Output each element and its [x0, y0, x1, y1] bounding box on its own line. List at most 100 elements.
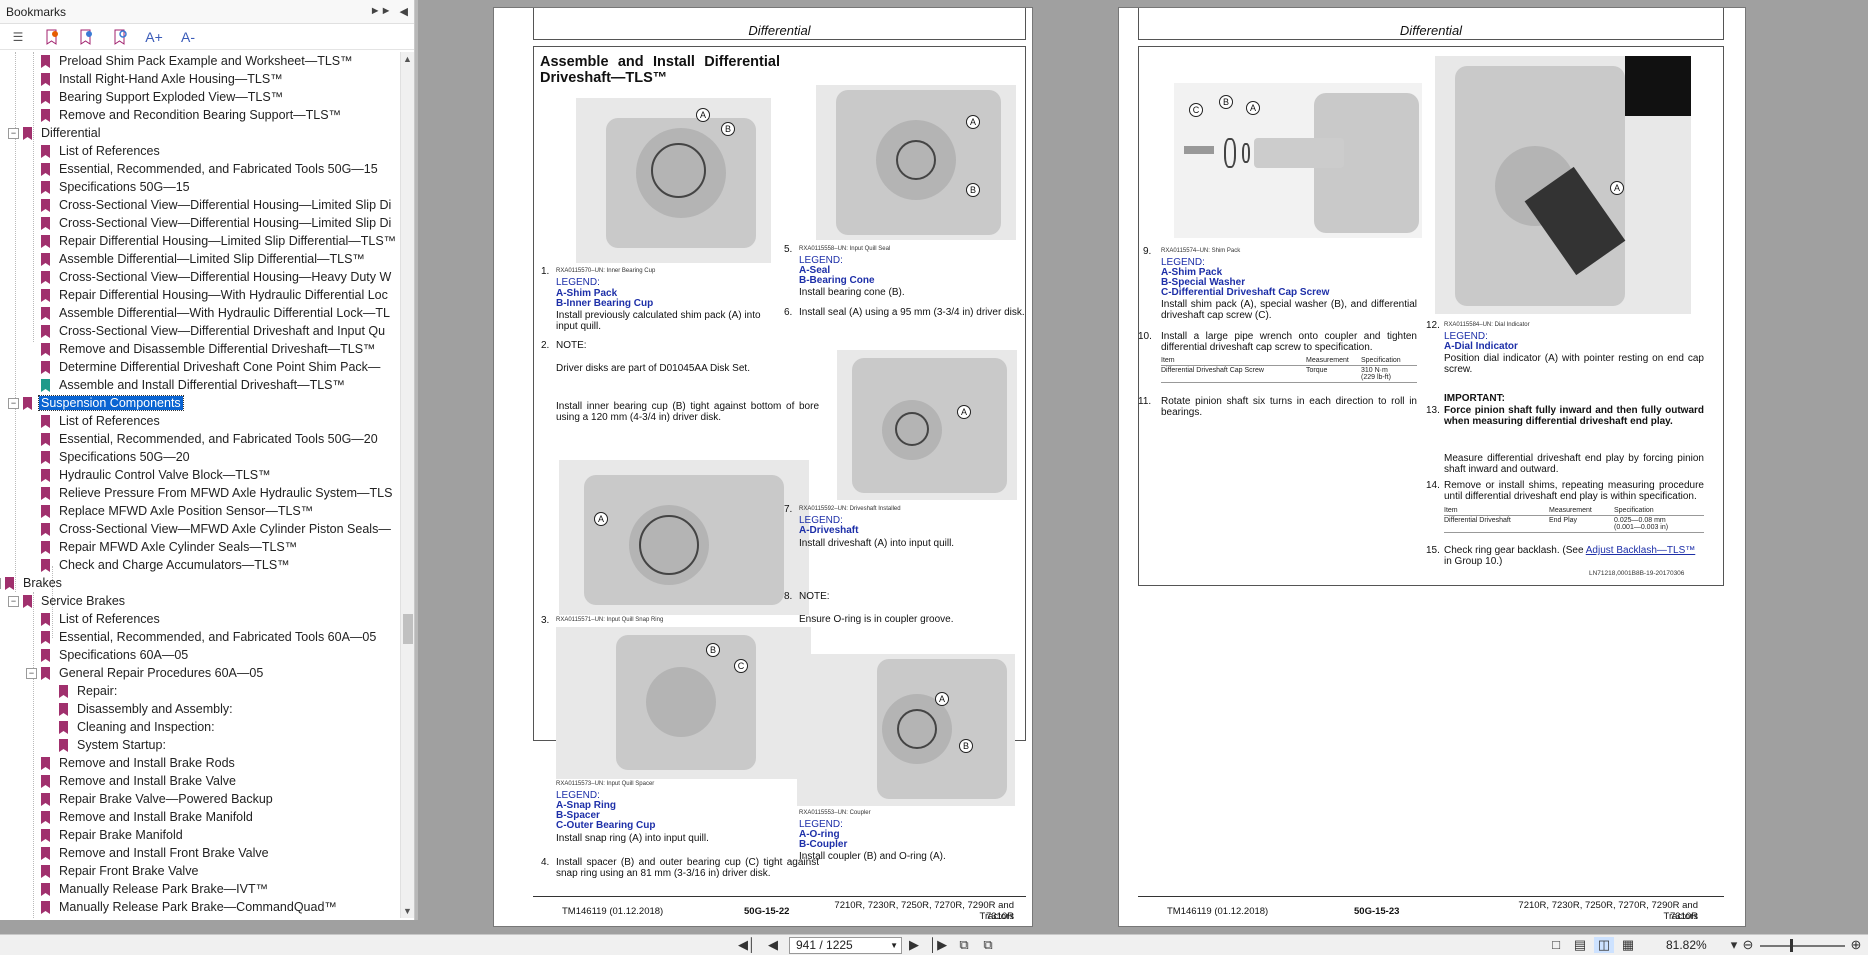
bookmark-item[interactable]: Essential, Recommended, and Fabricated T…	[40, 628, 378, 646]
bookmark-icon	[41, 774, 50, 788]
first-page-icon[interactable]: ◀│	[737, 937, 757, 953]
bookmark-item[interactable]: Essential, Recommended, and Fabricated T…	[40, 430, 380, 448]
bookmark-item[interactable]: Assemble Differential—Limited Slip Diffe…	[40, 250, 367, 268]
bookmark-item[interactable]: Cross-Sectional View—MFWD Axle Cylinder …	[40, 520, 393, 538]
bookmark-item[interactable]: Assemble and Install Differential Drives…	[40, 376, 347, 394]
bookmark-label: Remove and Install Front Brake Valve	[59, 846, 269, 860]
document-id: LN71218,0001B8B-19-20170306	[1589, 570, 1685, 577]
bookmark-item[interactable]: Repair Brake Valve—Powered Backup	[40, 790, 275, 808]
bookmark-item[interactable]: Hydraulic Control Valve Block—TLS™	[40, 466, 273, 484]
bookmark-item[interactable]: Cross-Sectional View—Differential Drives…	[40, 322, 387, 340]
previous-page-icon[interactable]: ◀	[763, 937, 783, 953]
collapse-toggle-icon[interactable]: −	[8, 127, 19, 139]
bookmark-item[interactable]: Disassembly and Assembly:	[58, 700, 235, 718]
bookmark-item[interactable]: Remove and Install Brake Rods	[40, 754, 237, 772]
bookmark-item[interactable]: Remove and Install Front Brake Valve	[40, 844, 271, 862]
bookmark-item[interactable]: Replace MFWD Axle Position Sensor—TLS™	[40, 502, 315, 520]
zoom-slider-knob[interactable]	[1790, 939, 1793, 952]
page-number-field[interactable]: 941 / 1225 ▼	[789, 937, 902, 954]
font-increase-icon[interactable]: A+	[144, 28, 164, 46]
bookmark-item[interactable]: List of References	[40, 412, 162, 430]
bookmark-item[interactable]: Cross-Sectional View—Differential Housin…	[40, 214, 393, 232]
bookmark-item[interactable]: System Startup:	[58, 736, 168, 754]
list-options-icon[interactable]: ☰	[8, 28, 28, 46]
bookmark-item[interactable]: Determine Differential Driveshaft Cone P…	[40, 358, 382, 376]
bookmark-icon	[23, 396, 32, 410]
bookmarks-scrollbar[interactable]: ▲ ▼	[400, 52, 414, 918]
scroll-down-icon[interactable]: ▼	[403, 906, 412, 916]
collapse-toggle-icon[interactable]: −	[26, 667, 37, 679]
collapse-toggle-icon[interactable]: −	[8, 595, 19, 607]
bookmark-icon	[41, 486, 50, 500]
bookmark-item[interactable]: − Suspension Components	[8, 394, 184, 412]
bookmark-item[interactable]: Essential, Recommended, and Fabricated T…	[40, 160, 380, 178]
single-page-icon[interactable]: □	[1546, 937, 1566, 953]
bookmark-item[interactable]: − Service Brakes	[8, 592, 127, 610]
bookmark-item[interactable]: − Differential	[8, 124, 103, 142]
bookmark-label: Cross-Sectional View—Differential Housin…	[59, 198, 392, 212]
next-page-icon[interactable]: ▶	[904, 937, 924, 953]
bookmark-item[interactable]: Specifications 50G—20	[40, 448, 192, 466]
bookmark-item[interactable]: Cross-Sectional View—Differential Housin…	[40, 196, 393, 214]
bookmark-item[interactable]: Cleaning and Inspection:	[58, 718, 217, 736]
bookmark-item[interactable]: Specifications 60A—05	[40, 646, 190, 664]
bookmark-label: Remove and Install Brake Rods	[59, 756, 235, 770]
continuous-facing-icon[interactable]: ▦	[1618, 937, 1638, 953]
zoom-out-icon[interactable]: ⊖	[1738, 937, 1758, 953]
bookmark-item[interactable]: Repair Differential Housing—Limited Slip…	[40, 232, 398, 250]
bookmark-item[interactable]: Repair:	[58, 682, 119, 700]
bookmark-item[interactable]: Repair MFWD Axle Cylinder Seals—TLS™	[40, 538, 299, 556]
facing-pages-icon[interactable]: ◫	[1594, 937, 1614, 953]
bookmark-item[interactable]: Remove and Recondition Bearing Support—T…	[40, 106, 343, 124]
bookmark-item[interactable]: Manually Release Park Brake—IVT™	[40, 880, 270, 898]
bookmark-item[interactable]: Repair Front Brake Valve	[40, 862, 200, 880]
bookmark-item[interactable]: − General Repair Procedures 60A—05	[26, 664, 265, 682]
input-quill-spacer-illustration: B C	[556, 627, 811, 779]
bookmark-item[interactable]: Bearing Support Exploded View—TLS™	[40, 88, 285, 106]
next-view-icon[interactable]: ⧉	[978, 937, 998, 953]
bookmark-add-icon[interactable]	[42, 28, 62, 46]
bookmark-item[interactable]: Preload Shim Pack Example and Worksheet—…	[40, 52, 355, 70]
scrollbar-thumb[interactable]	[403, 614, 413, 644]
bookmark-item[interactable]: Cross-Sectional View—Differential Housin…	[40, 268, 393, 286]
zoom-level[interactable]: 81.82%	[1666, 938, 1707, 952]
bookmark-item[interactable]: Remove and Disassemble Differential Driv…	[40, 340, 378, 358]
bookmark-icon	[41, 252, 50, 266]
bookmark-item[interactable]: List of References	[40, 142, 162, 160]
bookmark-item[interactable]: List of References	[40, 610, 162, 628]
bookmark-item[interactable]: − Brakes	[0, 574, 64, 592]
zoom-slider[interactable]	[1760, 945, 1845, 947]
bookmark-item[interactable]: Repair Differential Housing—With Hydraul…	[40, 286, 390, 304]
bookmark-item[interactable]: Repair Brake Manifold	[40, 826, 185, 844]
bookmark-icon	[41, 270, 50, 284]
expand-panel-icon[interactable]: ►►	[370, 5, 392, 18]
table-header: Measurement	[1549, 507, 1592, 514]
bookmark-remove-icon[interactable]	[76, 28, 96, 46]
bookmark-item[interactable]: Manually Release Park Brake—CommandQuad™	[40, 898, 339, 916]
chevron-down-icon[interactable]: ▼	[890, 938, 898, 953]
bookmark-item[interactable]: Install Right-Hand Axle Housing—TLS™	[40, 70, 285, 88]
collapse-toggle-icon[interactable]: −	[8, 397, 19, 409]
step-number: 5.	[784, 244, 793, 255]
bookmarks-panel: Bookmarks ►► ◀ ☰ A+ A- Preload Shim Pack…	[0, 0, 415, 920]
bookmark-find-icon[interactable]	[110, 28, 130, 46]
bookmark-item[interactable]: Check and Charge Accumulators—TLS™	[40, 556, 292, 574]
bookmark-item[interactable]: Specifications 50G—15	[40, 178, 192, 196]
page-right: Differential C B A 9. RXA0115574–UN: Shi…	[1118, 7, 1746, 927]
font-decrease-icon[interactable]: A-	[178, 28, 198, 46]
continuous-page-icon[interactable]: ▤	[1570, 937, 1590, 953]
last-page-icon[interactable]: │▶	[928, 937, 948, 953]
bookmark-item[interactable]: Relieve Pressure From MFWD Axle Hydrauli…	[40, 484, 394, 502]
bookmark-item[interactable]: Remove and Install Brake Valve	[40, 772, 238, 790]
bookmark-label: Cross-Sectional View—Differential Housin…	[59, 270, 392, 284]
bookmark-label: Remove and Install Brake Valve	[59, 774, 236, 788]
zoom-in-icon[interactable]: ⊕	[1846, 937, 1866, 953]
bookmark-item[interactable]: Assemble Differential—With Hydraulic Dif…	[40, 304, 392, 322]
bookmark-icon	[41, 900, 50, 914]
adjust-backlash-link[interactable]: Adjust Backlash—TLS™	[1586, 545, 1696, 556]
collapse-panel-icon[interactable]: ◀	[400, 5, 408, 18]
bookmark-item[interactable]: Remove and Install Brake Manifold	[40, 808, 255, 826]
previous-view-icon[interactable]: ⧉	[954, 937, 974, 953]
collapse-toggle-icon[interactable]: −	[0, 577, 1, 589]
scroll-up-icon[interactable]: ▲	[403, 54, 412, 64]
